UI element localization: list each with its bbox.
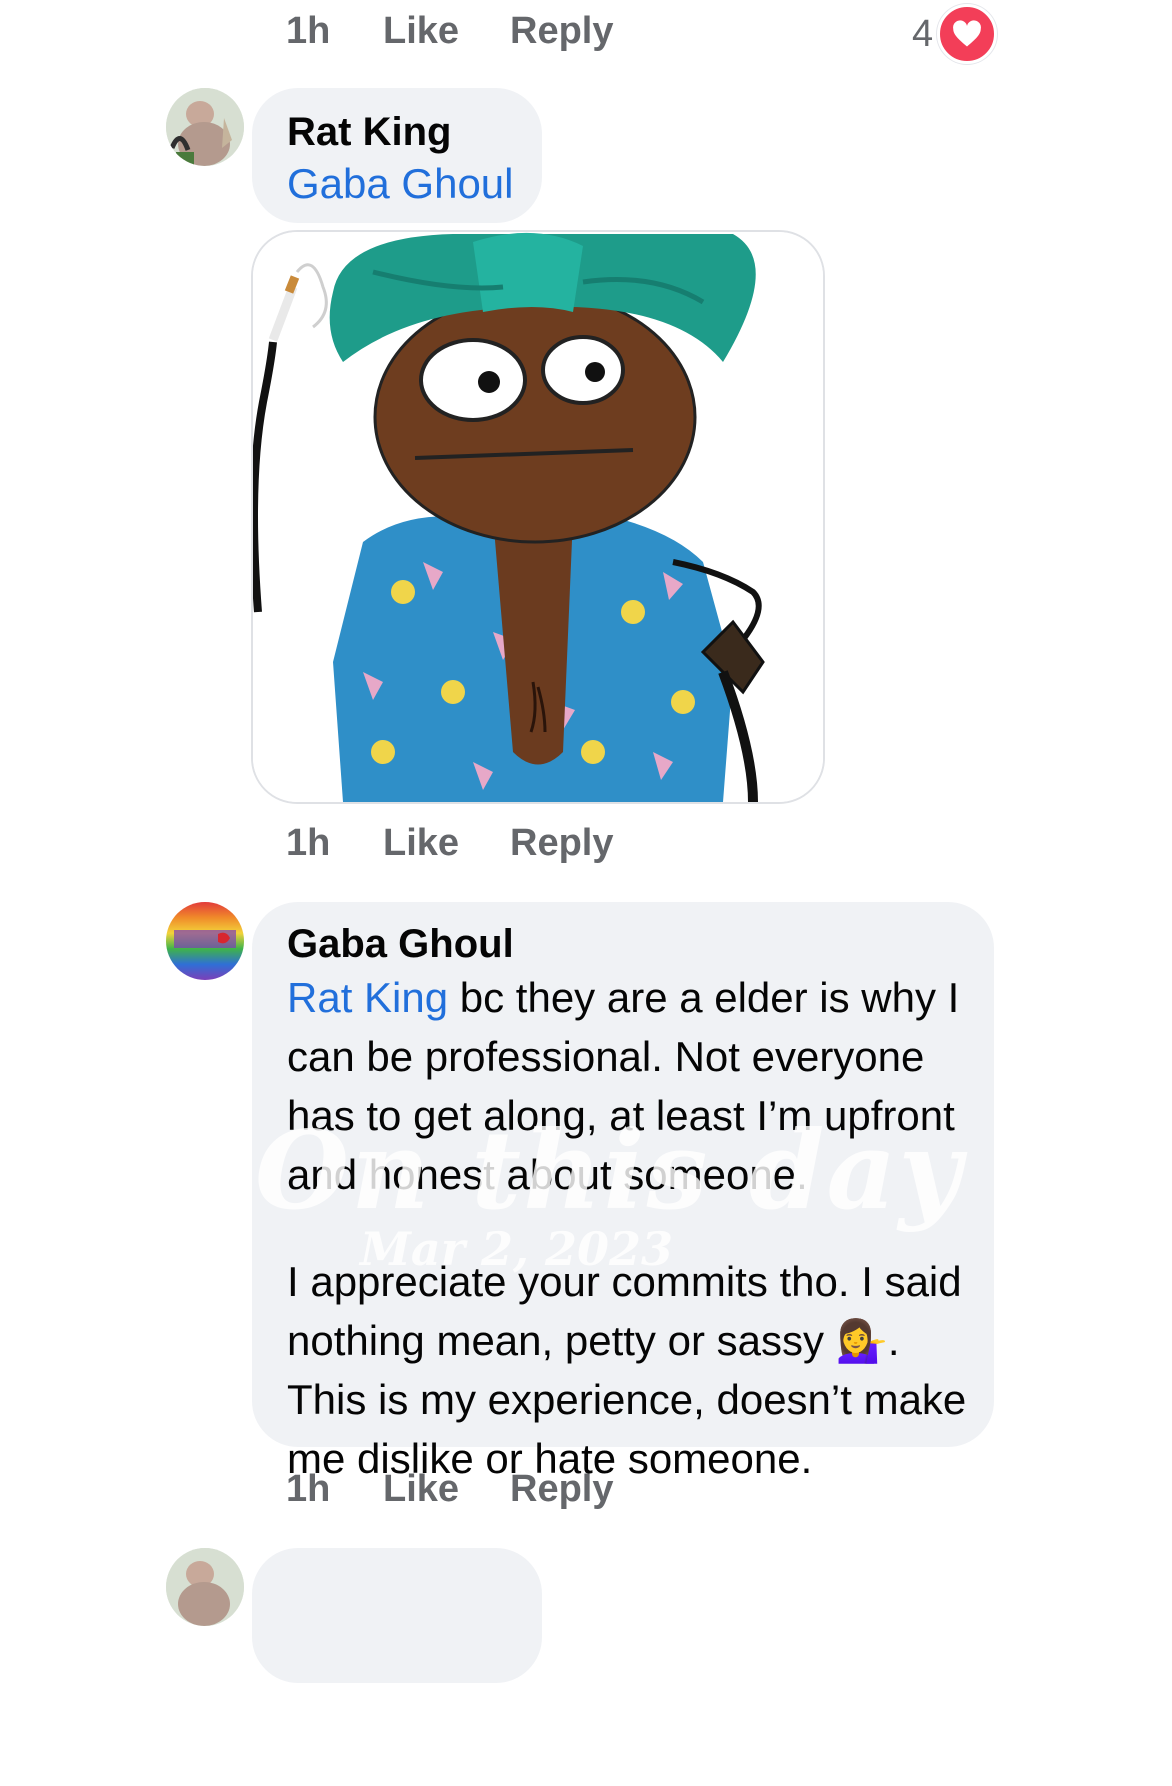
reply-button[interactable]: Reply: [510, 822, 613, 865]
like-button[interactable]: Like: [383, 822, 459, 865]
rat-king-comment-bubble: Rat King Gaba Ghoul: [252, 88, 542, 223]
comment-time: 1h: [286, 10, 331, 52]
gaba-ghoul-avatar[interactable]: [166, 902, 244, 980]
like-button[interactable]: Like: [383, 1468, 459, 1511]
comment-line: can be professional. Not everyone: [287, 1033, 925, 1080]
comment-author[interactable]: Gaba Ghoul: [287, 922, 514, 967]
comment-line: and honest about someone.: [287, 1151, 808, 1198]
rat-king-avatar[interactable]: [166, 88, 244, 166]
like-button[interactable]: Like: [383, 10, 459, 53]
comment-time: 1h: [286, 822, 331, 864]
comment-line: has to get along, at least I’m upfront: [287, 1092, 955, 1139]
comment-attached-image[interactable]: [251, 230, 825, 804]
comment-author[interactable]: Rat King: [287, 110, 451, 155]
comment-line: bc they are a elder is why I: [448, 974, 960, 1021]
gaba-ghoul-comment-bubble: Gaba Ghoul Rat King bc they are a elder …: [252, 902, 994, 1482]
comment-time: 1h: [286, 1468, 331, 1510]
mention-link[interactable]: Rat King: [287, 974, 448, 1021]
reaction-summary[interactable]: 4: [912, 4, 998, 64]
mention-link[interactable]: Gaba Ghoul: [287, 160, 514, 208]
rat-king-avatar[interactable]: [166, 1548, 244, 1626]
reply-button[interactable]: Reply: [510, 10, 613, 53]
comment-line: I appreciate your commits tho. I said: [287, 1258, 962, 1305]
heart-reaction-icon: [937, 4, 998, 64]
reply-button[interactable]: Reply: [510, 1468, 613, 1511]
reaction-count: 4: [912, 12, 934, 55]
next-comment-bubble: [252, 1548, 542, 1683]
comment-line: This is my experience, doesn’t make: [287, 1376, 967, 1423]
comment-body: Rat King bc they are a elder is why I ca…: [287, 968, 977, 1488]
comment-line: nothing mean, petty or sassy 💁‍♀️.: [287, 1317, 900, 1364]
